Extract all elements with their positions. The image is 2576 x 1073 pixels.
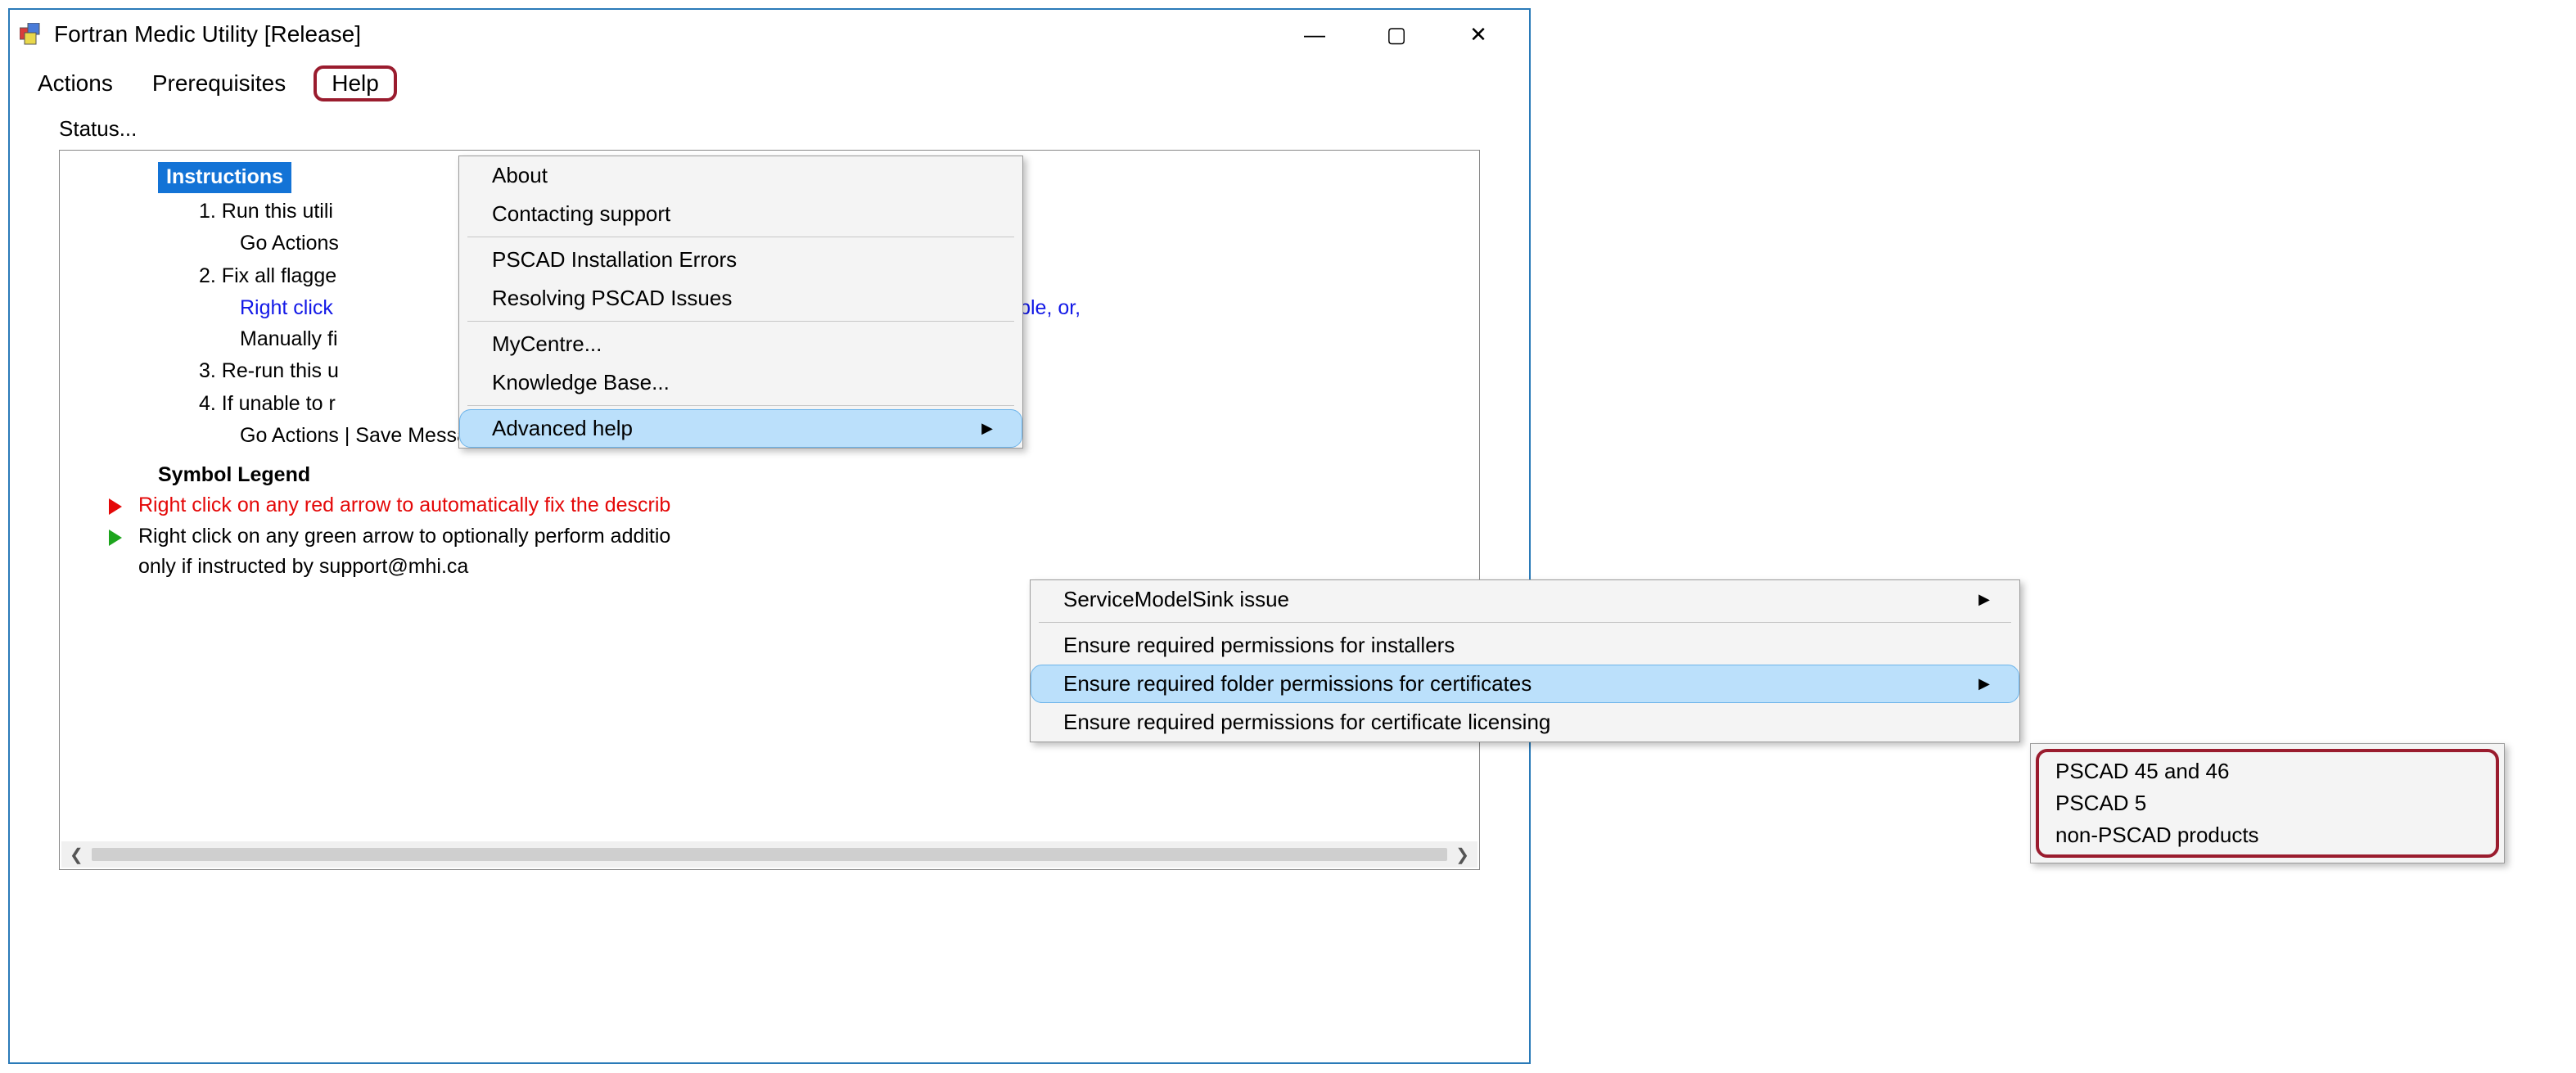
instructions-heading: Instructions (158, 162, 291, 193)
titlebar: Fortran Medic Utility [Release] — ▢ ✕ (10, 10, 1529, 59)
legend-green-text-wrap: Right click on any green arrow to option… (138, 521, 670, 583)
help-kb[interactable]: Knowledge Base... (459, 363, 1022, 402)
submenu-arrow-icon: ▶ (1978, 591, 1990, 608)
window-title: Fortran Medic Utility [Release] (54, 21, 1298, 47)
certs-pscad5[interactable]: PSCAD 5 (2047, 787, 2488, 819)
submenu-arrow-icon: ▶ (1978, 675, 1990, 692)
help-contact[interactable]: Contacting support (459, 195, 1022, 233)
adv-servicemodel[interactable]: ServiceModelSink issue ▶ (1031, 580, 2019, 619)
certs-nonpscad[interactable]: non-PSCAD products (2047, 819, 2488, 851)
certs-dropdown: PSCAD 45 and 46 PSCAD 5 non-PSCAD produc… (2030, 743, 2505, 863)
adv-perm-folder-certs[interactable]: Ensure required folder permissions for c… (1031, 665, 2019, 703)
help-dropdown: About Contacting support PSCAD Installat… (458, 156, 1023, 449)
legend-red-row: Right click on any red arrow to automati… (158, 490, 1471, 521)
scroll-left-icon[interactable]: ❮ (70, 845, 83, 865)
scroll-right-icon[interactable]: ❯ (1455, 845, 1469, 865)
window-controls: — ▢ ✕ (1298, 22, 1519, 47)
menu-prerequisites[interactable]: Prerequisites (141, 65, 297, 101)
legend-heading: Symbol Legend (158, 460, 1471, 491)
advanced-help-dropdown: ServiceModelSink issue ▶ Ensure required… (1030, 579, 2020, 742)
menubar: Actions Prerequisites Help (10, 59, 1529, 101)
submenu-arrow-icon: ▶ (981, 420, 993, 437)
legend-green-text: Right click on any green arrow to option… (138, 525, 670, 548)
adv-perm-cert-licensing[interactable]: Ensure required permissions for certific… (1031, 703, 2019, 742)
close-button[interactable]: ✕ (1462, 22, 1495, 47)
help-mycentre[interactable]: MyCentre... (459, 325, 1022, 363)
horizontal-scrollbar[interactable]: ❮ ❯ (61, 841, 1477, 868)
green-arrow-icon (109, 530, 122, 546)
help-pscad-resolve[interactable]: Resolving PSCAD Issues (459, 279, 1022, 318)
red-arrow-icon (109, 498, 122, 515)
minimize-button[interactable]: — (1298, 22, 1331, 47)
help-pscad-install[interactable]: PSCAD Installation Errors (459, 241, 1022, 279)
legend-red-text: Right click on any red arrow to automati… (138, 490, 670, 521)
menu-separator (467, 405, 1014, 406)
maximize-button[interactable]: ▢ (1380, 22, 1413, 47)
menu-separator (467, 321, 1014, 322)
status-label: Status... (10, 101, 1529, 147)
certs-pscad4546[interactable]: PSCAD 45 and 46 (2047, 755, 2488, 787)
app-icon (20, 23, 43, 46)
menu-actions[interactable]: Actions (26, 65, 124, 101)
menu-help[interactable]: Help (314, 65, 397, 101)
legend-green-text2: only if instructed by support@mhi.ca (138, 555, 468, 578)
help-about[interactable]: About (459, 156, 1022, 195)
legend-green-row: Right click on any green arrow to option… (158, 521, 1471, 583)
instruction-2-blue: Right click (240, 296, 333, 319)
menu-separator (1039, 622, 2011, 623)
help-advanced[interactable]: Advanced help ▶ (459, 409, 1022, 448)
certs-highlight: PSCAD 45 and 46 PSCAD 5 non-PSCAD produc… (2036, 749, 2499, 858)
adv-perm-installers[interactable]: Ensure required permissions for installe… (1031, 626, 2019, 665)
help-advanced-label: Advanced help (492, 416, 633, 441)
scrollbar-track[interactable] (92, 848, 1447, 861)
